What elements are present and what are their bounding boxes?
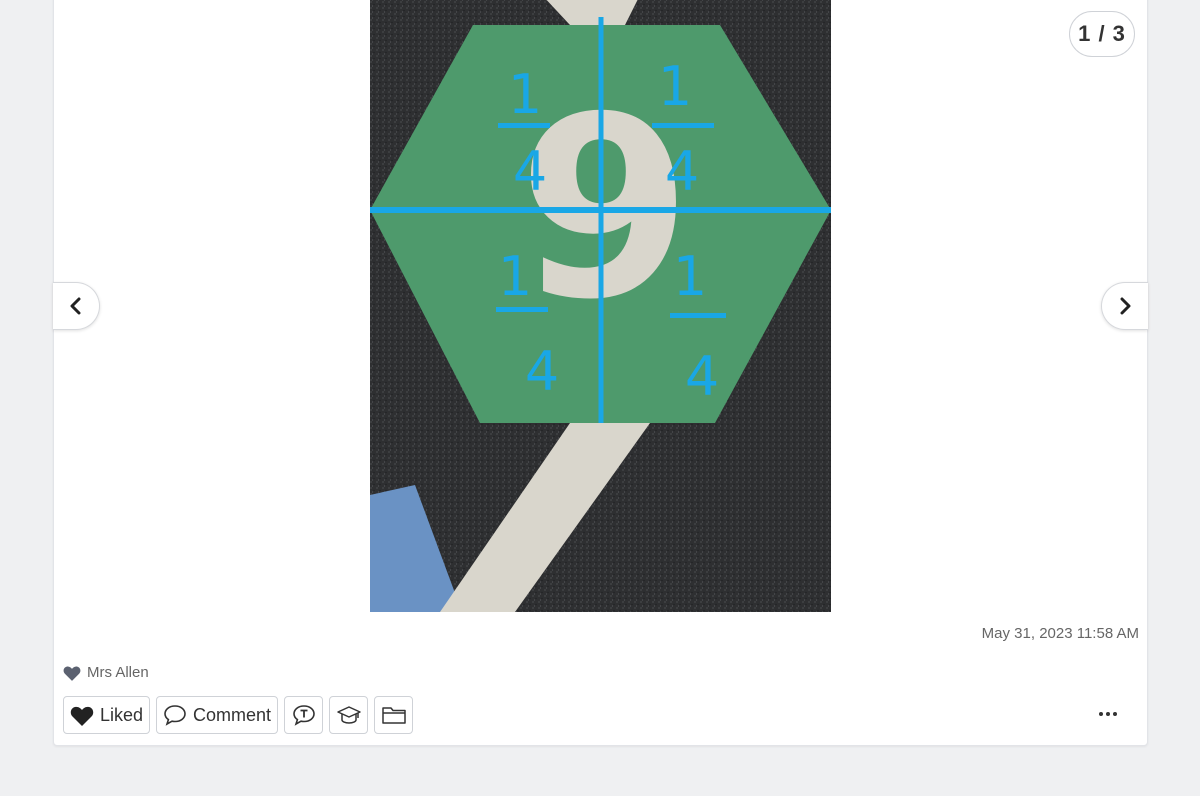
fraction-denominator: 4 bbox=[525, 340, 559, 403]
fraction-denominator: 4 bbox=[685, 345, 719, 408]
translate-bubble-icon bbox=[292, 705, 315, 726]
fraction-bar bbox=[652, 123, 714, 128]
page-counter: 1 / 3 bbox=[1069, 11, 1135, 57]
fraction-bar bbox=[496, 307, 548, 312]
previous-photo-button[interactable] bbox=[53, 282, 100, 330]
next-photo-button[interactable] bbox=[1101, 282, 1148, 330]
fraction-numerator: 1 bbox=[658, 55, 692, 118]
folder-icon bbox=[381, 707, 406, 724]
post-card: 9 1 4 1 4 1 4 1 4 1 / 3 May 31, 2023 11:… bbox=[53, 0, 1148, 746]
more-options-button[interactable] bbox=[1095, 708, 1121, 720]
fraction-bar bbox=[670, 313, 726, 318]
fraction-denominator: 4 bbox=[665, 140, 699, 203]
heart-icon bbox=[63, 666, 81, 681]
post-actions: Liked Comment bbox=[63, 696, 414, 734]
heart-icon bbox=[70, 706, 94, 726]
speech-bubble-icon bbox=[164, 705, 186, 726]
fraction-numerator: 1 bbox=[673, 245, 707, 308]
fraction-numerator: 1 bbox=[498, 245, 532, 308]
liked-button[interactable]: Liked bbox=[63, 696, 151, 734]
liked-by-row: Mrs Allen bbox=[63, 664, 149, 681]
translate-button[interactable] bbox=[284, 696, 324, 734]
fraction-bar bbox=[498, 123, 550, 128]
more-dots-icon bbox=[1099, 712, 1103, 716]
comment-button[interactable]: Comment bbox=[156, 696, 279, 734]
liked-label: Liked bbox=[100, 704, 144, 725]
post-timestamp: May 31, 2023 11:58 AM bbox=[981, 625, 1139, 642]
graduation-cap-icon bbox=[336, 706, 361, 724]
skills-button[interactable] bbox=[329, 696, 369, 734]
fraction-denominator: 4 bbox=[513, 140, 547, 203]
comment-label: Comment bbox=[193, 704, 272, 725]
liker-name[interactable]: Mrs Allen bbox=[87, 664, 149, 681]
folder-button[interactable] bbox=[374, 696, 414, 734]
post-photo[interactable]: 9 1 4 1 4 1 4 1 4 bbox=[370, 0, 831, 612]
chevron-right-icon bbox=[1120, 297, 1131, 315]
fraction-numerator: 1 bbox=[508, 63, 542, 126]
chevron-left-icon bbox=[70, 297, 81, 315]
